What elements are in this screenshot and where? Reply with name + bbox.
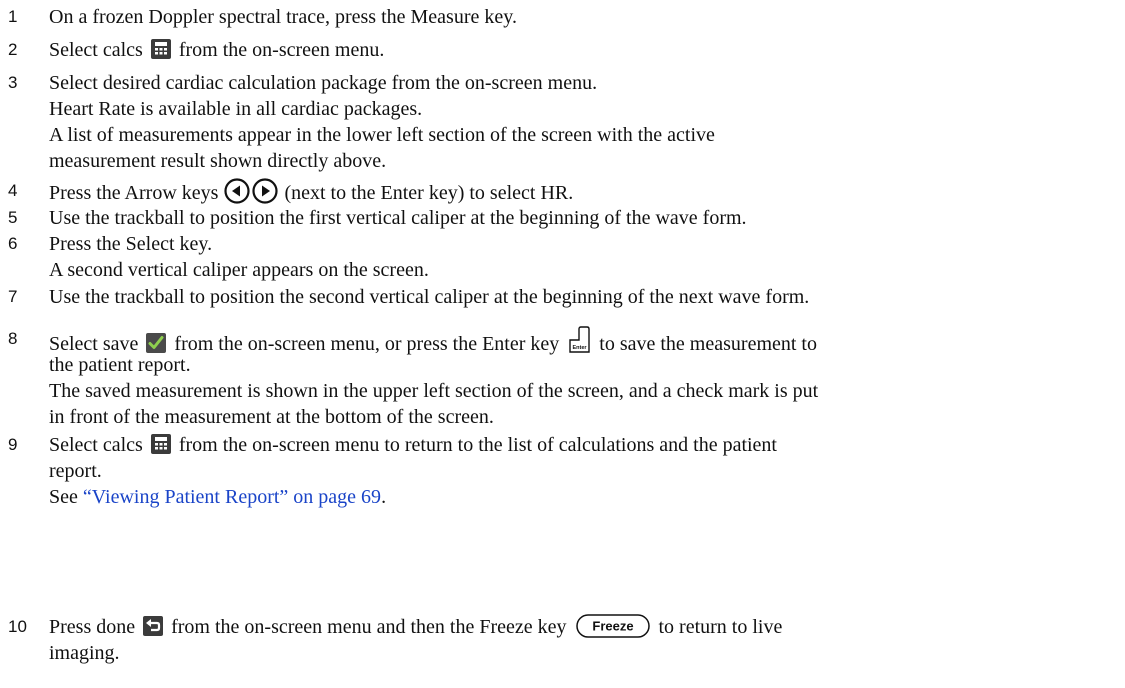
step-text-segment: (next to the Enter key) to select HR. xyxy=(284,182,574,204)
step-text-segment: Select calcs xyxy=(49,39,143,61)
step-text-segment: to return to live xyxy=(658,616,783,638)
step-number: 3 xyxy=(8,73,18,92)
procedure-page: 1 On a frozen Doppler spectral trace, pr… xyxy=(0,0,1125,688)
calculator-icon xyxy=(150,39,171,59)
step-body: Use the trackball to position the first … xyxy=(49,205,1119,231)
step-text-segment: Press the Arrow keys xyxy=(49,182,219,204)
step-text-segment: Select calcs xyxy=(49,434,143,456)
step-text: The saved measurement is shown in the up… xyxy=(49,380,819,402)
step-text: Press done from the on-screen menu and t… xyxy=(49,614,1119,640)
step-body: Press the Arrow keys (next to the Enter … xyxy=(49,178,1119,204)
step-text: in front of the measurement at the botto… xyxy=(49,406,494,428)
enter-key-label: Enter xyxy=(573,345,588,351)
step-text: Heart Rate is available in all cardiac p… xyxy=(49,98,423,120)
step-text-segment: from the on-screen menu, or press the En… xyxy=(174,333,560,355)
arrow-left-key-icon xyxy=(224,178,251,204)
calculator-icon xyxy=(150,434,171,454)
step-number: 4 xyxy=(8,181,18,200)
step-text: On a frozen Doppler spectral trace, pres… xyxy=(49,6,517,28)
step-number: 7 xyxy=(8,287,18,306)
step-body: Select calcs from the on-screen menu. xyxy=(49,37,1119,63)
freeze-key-icon: Freeze xyxy=(575,614,650,638)
step-text: Select calcs from the on-screen menu to … xyxy=(49,432,1119,458)
step-text: Select calcs from the on-screen menu. xyxy=(49,37,1119,63)
step-number: 1 xyxy=(8,7,18,26)
step-body: On a frozen Doppler spectral trace, pres… xyxy=(49,4,1119,30)
arrow-right-key-icon xyxy=(252,178,279,204)
step-text-segment: Press done xyxy=(49,616,136,638)
step-text-segment: from the on-screen menu. xyxy=(178,39,385,61)
step-number: 10 xyxy=(8,617,27,636)
step-number: 6 xyxy=(8,234,18,253)
done-return-icon xyxy=(143,616,164,636)
step-number: 2 xyxy=(8,40,18,59)
step-text: Select save from the on-screen menu, or … xyxy=(49,326,1119,355)
step-text-segment: from the on-screen menu to return to the… xyxy=(178,434,777,456)
enter-key-icon: Enter xyxy=(567,326,591,354)
step-number: 9 xyxy=(8,435,18,454)
step-text: Use the trackball to position the second… xyxy=(49,286,810,308)
step-text: measurement result shown directly above. xyxy=(49,150,387,172)
step-text: A list of measurements appear in the low… xyxy=(49,124,715,146)
step-text: imaging. xyxy=(49,642,120,664)
step-body: Select desired cardiac calculation packa… xyxy=(49,70,1119,174)
step-text: Press the Select key. xyxy=(49,233,213,255)
step-text-segment: to save the measurement to xyxy=(599,333,817,355)
step-text: Select desired cardiac calculation packa… xyxy=(49,72,598,94)
step-text: A second vertical caliper appears on the… xyxy=(49,259,429,281)
step-text: See “Viewing Patient Report” on page 69. xyxy=(49,484,1119,510)
step-number: 5 xyxy=(8,208,18,227)
step-text: Press the Arrow keys (next to the Enter … xyxy=(49,178,1119,204)
step-body: Press done from the on-screen menu and t… xyxy=(49,614,1119,666)
step-body: Select save from the on-screen menu, or … xyxy=(49,326,1119,430)
step-body: Press the Select key. A second vertical … xyxy=(49,231,1119,283)
step-text-segment: See xyxy=(49,486,78,508)
step-text: report. xyxy=(49,460,102,482)
step-body: Use the trackball to position the second… xyxy=(49,284,1119,310)
step-body: Select calcs from the on-screen menu to … xyxy=(49,432,1119,510)
freeze-key-label: Freeze xyxy=(592,619,633,634)
step-text-segment: from the on-screen menu and then the Fre… xyxy=(171,616,567,638)
step-text-segment: . xyxy=(381,486,387,508)
step-text: Use the trackball to position the first … xyxy=(49,207,747,229)
viewing-patient-report-link[interactable]: “Viewing Patient Report” on page 69 xyxy=(83,486,381,508)
checkmark-save-icon xyxy=(146,333,167,353)
step-number: 8 xyxy=(8,329,18,348)
step-text: the patient report. xyxy=(49,354,191,376)
